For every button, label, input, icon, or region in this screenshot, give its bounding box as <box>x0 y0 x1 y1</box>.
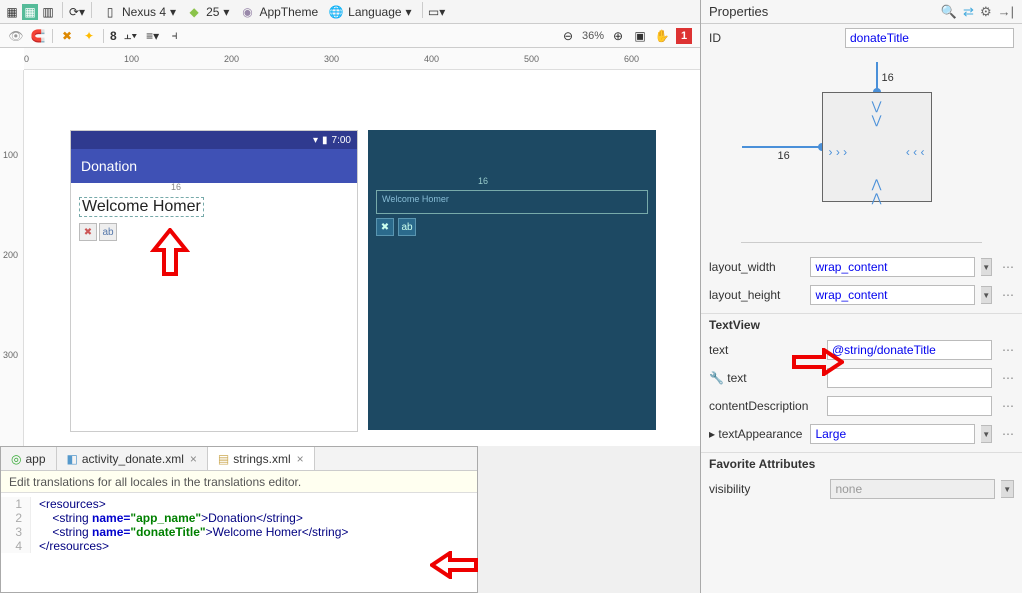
infer-constraints-icon[interactable]: ✦ <box>81 28 97 44</box>
bp-delete-icon[interactable]: ✖ <box>376 218 394 236</box>
layout-height-field[interactable] <box>810 285 975 305</box>
pan-icon[interactable]: ✋ <box>654 28 670 44</box>
search-icon[interactable]: 🔍 <box>941 4 957 20</box>
layout-width-field[interactable] <box>810 257 975 277</box>
margin-icon[interactable]: ⫠▾ <box>123 28 139 44</box>
properties-title: Properties <box>709 4 768 19</box>
orientation-icon[interactable]: ⟳▾ <box>69 4 85 20</box>
device-preview[interactable]: ▾ ▮ 7:00 Donation 16 Welcome Homer ✖ ab <box>70 130 358 432</box>
close-icon[interactable]: × <box>297 452 304 466</box>
language-label: Language <box>348 5 401 19</box>
donate-title-textview[interactable]: Welcome Homer <box>79 197 204 217</box>
api-label: 25 <box>206 5 219 19</box>
collapse-icon[interactable]: →| <box>998 4 1014 20</box>
editor-tabs: ◎app ◧activity_donate.xml× ▤strings.xml× <box>1 447 477 471</box>
globe-icon: 🌐 <box>328 4 344 20</box>
api-selector[interactable]: ◆ 25▾ <box>182 2 233 22</box>
gear-icon[interactable]: ⚙ <box>980 4 992 20</box>
theme-selector[interactable]: ◉ AppTheme <box>235 2 322 22</box>
visibility-field[interactable] <box>830 479 995 499</box>
section-favorites: Favorite Attributes <box>701 452 1022 475</box>
language-selector[interactable]: 🌐 Language▾ <box>324 2 415 22</box>
visibility-label: visibility <box>709 482 824 496</box>
magnet-icon[interactable]: 🧲 <box>30 28 46 44</box>
id-field[interactable] <box>845 28 1014 48</box>
chevron-down-icon[interactable]: ▼ <box>981 286 992 304</box>
chevron-down-icon[interactable]: ▼ <box>981 258 992 276</box>
baseline-icon[interactable]: ab <box>99 223 117 241</box>
theme-label: AppTheme <box>259 5 318 19</box>
clock-time: 7:00 <box>332 135 351 146</box>
code-editor: ◎app ◧activity_donate.xml× ▤strings.xml×… <box>0 446 478 593</box>
section-textview: TextView <box>701 313 1022 336</box>
text-appearance-label[interactable]: ▸ textAppearance <box>709 427 804 441</box>
chevron-down-icon[interactable]: ▼ <box>981 425 992 443</box>
zoom-fit-icon[interactable]: ▣ <box>632 28 648 44</box>
design-surface[interactable]: 0 100 200 300 400 500 600 100 200 300 ▾ … <box>0 48 700 446</box>
text-label: text <box>709 343 821 357</box>
app-bar: Donation <box>71 149 357 183</box>
blueprint-label: Welcome Homer <box>382 194 449 204</box>
content-description-field[interactable] <box>827 396 992 416</box>
phone-icon: ▯ <box>102 4 118 20</box>
align-icon[interactable]: ≡▾ <box>145 28 161 44</box>
ruler-horizontal: 0 100 200 300 400 500 600 <box>24 48 700 70</box>
constraint-widget[interactable]: 16 16 ⋁⋁ › › ›‹ ‹ ‹ ⋀⋀ <box>742 62 982 232</box>
status-bar: ▾ ▮ 7:00 <box>71 131 357 149</box>
battery-icon: ▮ <box>322 135 328 146</box>
theme-icon: ◉ <box>239 4 255 20</box>
cycle-icon[interactable]: ⇄ <box>963 4 974 20</box>
zoom-percent: 36% <box>582 30 604 42</box>
tab-strings[interactable]: ▤strings.xml× <box>208 447 315 470</box>
code-body[interactable]: 1<resources> 2 <string name="app_name">D… <box>1 493 477 557</box>
app-title: Donation <box>81 158 137 174</box>
android-icon: ◆ <box>186 4 202 20</box>
layout-variants-icon[interactable]: ▭▾ <box>429 4 445 20</box>
text-tool-label: 🔧 text <box>709 371 821 385</box>
bp-margin-hint: 16 <box>478 176 488 186</box>
default-margin-value: 8 <box>110 29 117 43</box>
tab-app[interactable]: ◎app <box>1 447 57 470</box>
chevron-down-icon[interactable]: ▼ <box>1001 480 1014 498</box>
palette-icon[interactable]: ▦ <box>4 4 20 20</box>
device-selector[interactable]: ▯ Nexus 4▾ <box>98 2 180 22</box>
id-label: ID <box>709 31 839 45</box>
bp-baseline-icon[interactable]: ab <box>398 218 416 236</box>
warnings-badge[interactable]: 1 <box>676 28 692 44</box>
clear-constraints-icon[interactable]: ✖ <box>59 28 75 44</box>
blueprint-view-icon[interactable]: ▥ <box>40 4 56 20</box>
zoom-out-icon[interactable]: ⊖ <box>560 28 576 44</box>
tab-activity-donate[interactable]: ◧activity_donate.xml× <box>57 447 208 470</box>
properties-panel: Properties 🔍 ⇄ ⚙ →| ID 16 16 ⋁⋁ › › ›‹ ‹… <box>700 0 1022 593</box>
content-description-label: contentDescription <box>709 399 821 413</box>
layout-height-label: layout_height <box>709 288 804 302</box>
blueprint-preview[interactable]: 16 Welcome Homer ✖ ab <box>368 130 656 430</box>
design-view-icon[interactable]: ▦ <box>22 4 38 20</box>
close-icon[interactable]: × <box>190 452 197 466</box>
text-field[interactable] <box>827 340 992 360</box>
guideline-icon[interactable]: ⫞ <box>167 28 183 44</box>
wifi-icon: ▾ <box>313 135 318 146</box>
zoom-in-icon[interactable]: ⊕ <box>610 28 626 44</box>
delete-constraint-icon[interactable]: ✖ <box>79 223 97 241</box>
device-label: Nexus 4 <box>122 5 166 19</box>
layout-width-label: layout_width <box>709 260 804 274</box>
editor-notification[interactable]: Edit translations for all locales in the… <box>1 471 477 493</box>
eye-icon[interactable]: 👁 <box>8 28 24 44</box>
margin-top-hint: 16 <box>171 182 181 192</box>
text-tool-field[interactable] <box>827 368 992 388</box>
ruler-vertical: 100 200 300 <box>0 70 24 446</box>
text-appearance-field[interactable] <box>810 424 975 444</box>
